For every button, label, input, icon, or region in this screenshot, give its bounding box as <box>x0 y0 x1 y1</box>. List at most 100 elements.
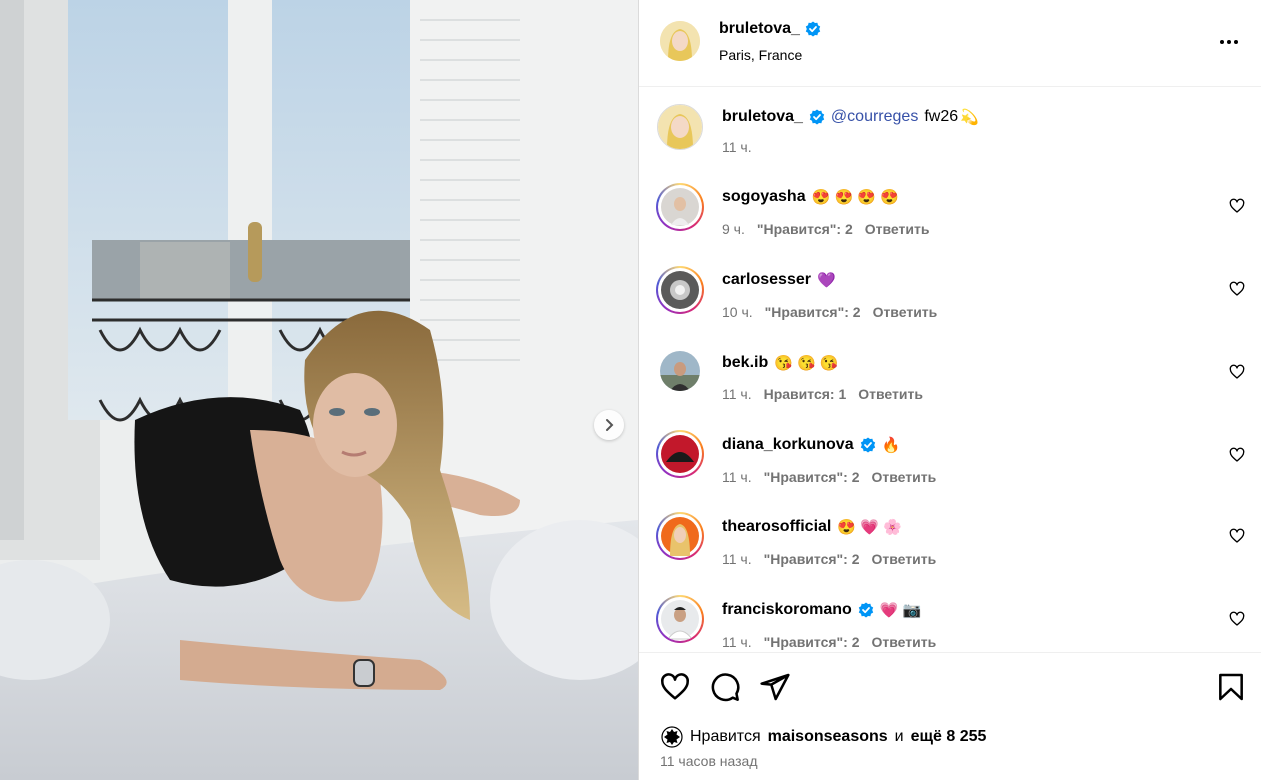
story-ring[interactable] <box>656 430 704 478</box>
commenter-avatar <box>661 600 699 640</box>
comment-username[interactable]: franciskoromano <box>722 601 852 619</box>
comment-time[interactable]: 9 ч. <box>722 221 745 237</box>
comment-meta: 10 ч. "Нравится": 2 Ответить <box>722 304 937 320</box>
author-username[interactable]: bruletova_ <box>719 20 800 38</box>
like-comment-icon[interactable] <box>1229 447 1245 463</box>
comment: franciskoromano 💗 📷 11 ч. "Нравится": 2 … <box>639 583 1261 652</box>
comment-likes[interactable]: "Нравится": 2 <box>764 551 860 567</box>
reply-button[interactable]: Ответить <box>865 221 930 237</box>
next-photo-button[interactable] <box>594 410 624 440</box>
commenter-avatar <box>661 271 699 309</box>
comments-list[interactable]: bruletova_ @courreges fw26 💫 11 ч. sogoy… <box>639 86 1261 652</box>
comment-text: 😍 😍 😍 😍 <box>811 189 899 206</box>
comment-meta: 11 ч. "Нравится": 2 Ответить <box>722 469 936 485</box>
likes-joiner: и <box>894 728 904 745</box>
likes-count[interactable]: ещё 8 255 <box>911 728 987 746</box>
liker-avatar-icon[interactable] <box>661 726 683 748</box>
like-comment-icon[interactable] <box>1229 364 1245 380</box>
comment-text-row: diana_korkunova 🔥 <box>722 436 900 454</box>
post-actions: Нравится maisonseasons и ещё 8 255 11 ча… <box>639 652 1261 781</box>
comment-text: 💗 📷 <box>879 602 922 619</box>
story-ring[interactable] <box>656 183 704 231</box>
like-comment-icon[interactable] <box>1229 198 1245 214</box>
next-arrow-icon <box>606 419 614 431</box>
caption-emoji: 💫 <box>960 109 979 126</box>
comment-text-row: franciskoromano 💗 📷 <box>722 601 921 619</box>
reply-button[interactable]: Ответить <box>872 634 937 650</box>
comment-time[interactable]: 10 ч. <box>722 304 753 320</box>
commenter-avatar <box>661 435 699 473</box>
comment: sogoyasha 😍 😍 😍 😍 9 ч. "Нравится": 2 Отв… <box>639 170 1261 252</box>
comment-text: 💜 <box>816 272 836 289</box>
comment-likes[interactable]: "Нравится": 2 <box>764 469 860 485</box>
story-ring[interactable] <box>656 266 704 314</box>
post-location[interactable]: Paris, France <box>719 47 802 63</box>
commenter-avatar <box>661 517 699 556</box>
comment-username[interactable]: thearosofficial <box>722 518 831 536</box>
comment-icon[interactable] <box>709 671 741 703</box>
author-avatar-illustration <box>660 21 700 61</box>
comment: carlosesser 💜 10 ч. "Нравится": 2 Ответи… <box>639 253 1261 335</box>
comment-time[interactable]: 11 ч. <box>722 386 752 402</box>
comment: thearosofficial 😍 💗 🌸 11 ч. "Нравится": … <box>639 500 1261 582</box>
comment-meta: 11 ч. "Нравится": 2 Ответить <box>722 634 936 650</box>
like-comment-icon[interactable] <box>1229 611 1245 627</box>
comment-text-row: carlosesser 💜 <box>722 271 836 289</box>
liker-username[interactable]: maisonseasons <box>768 728 888 746</box>
like-comment-icon[interactable] <box>1229 528 1245 544</box>
more-options-icon[interactable] <box>1217 30 1241 54</box>
comment-meta: 11 ч. "Нравится": 2 Ответить <box>722 551 936 567</box>
photo-illustration <box>0 0 638 780</box>
story-ring[interactable] <box>656 512 704 560</box>
reply-button[interactable]: Ответить <box>872 469 937 485</box>
share-icon[interactable] <box>759 671 791 703</box>
comment-text-row: bek.ib 😘 😘 😘 <box>722 354 839 372</box>
verified-icon <box>860 437 875 453</box>
reply-button[interactable]: Ответить <box>858 386 923 402</box>
comment-text: 😘 😘 😘 <box>774 355 839 372</box>
comment-likes[interactable]: Нравится: 1 <box>764 386 847 402</box>
comment-likes[interactable]: "Нравится": 2 <box>757 221 853 237</box>
comment-username[interactable]: diana_korkunova <box>722 436 854 454</box>
caption-text-row: bruletova_ @courreges fw26 💫 <box>722 108 979 126</box>
comment-username[interactable]: sogoyasha <box>722 188 806 206</box>
comment-username[interactable]: carlosesser <box>722 271 811 289</box>
like-icon[interactable] <box>659 671 691 703</box>
reply-button[interactable]: Ответить <box>873 304 938 320</box>
author-avatar[interactable] <box>657 104 703 150</box>
caption-meta: 11 ч. <box>722 139 752 155</box>
post-photo <box>0 0 638 780</box>
verified-icon <box>858 602 874 618</box>
comment-time[interactable]: 11 ч. <box>722 551 752 567</box>
commenter-avatar-illustration <box>660 351 700 391</box>
save-icon[interactable] <box>1215 671 1247 703</box>
comment-text: 🔥 <box>881 437 901 454</box>
post-sidebar: bruletova_ Paris, France bruletova_ @cou… <box>638 0 1261 780</box>
comment-text-row: thearosofficial 😍 💗 🌸 <box>722 518 902 536</box>
caption-time[interactable]: 11 ч. <box>722 139 752 155</box>
like-comment-icon[interactable] <box>1229 281 1245 297</box>
caption-mention[interactable]: @courreges <box>831 108 918 126</box>
story-ring[interactable] <box>656 595 704 643</box>
comment-username[interactable]: bek.ib <box>722 354 768 372</box>
comment: bek.ib 😘 😘 😘 11 ч. Нравится: 1 Ответить <box>639 336 1261 418</box>
post-timestamp[interactable]: 11 часов назад <box>660 753 758 769</box>
comment-time[interactable]: 11 ч. <box>722 469 752 485</box>
comment-text-row: sogoyasha 😍 😍 😍 😍 <box>722 188 899 206</box>
commenter-avatar <box>661 188 699 226</box>
post-header: bruletova_ Paris, France <box>639 0 1261 87</box>
comment-time[interactable]: 11 ч. <box>722 634 752 650</box>
reply-button[interactable]: Ответить <box>872 551 937 567</box>
comment-text: 😍 💗 🌸 <box>837 519 902 536</box>
author-avatar[interactable] <box>660 21 700 61</box>
comment-likes[interactable]: "Нравится": 2 <box>765 304 861 320</box>
verified-icon <box>805 21 821 37</box>
comment: diana_korkunova 🔥 11 ч. "Нравится": 2 От… <box>639 418 1261 500</box>
likes-summary: Нравится maisonseasons и ещё 8 255 <box>661 726 986 748</box>
commenter-avatar[interactable] <box>660 351 700 391</box>
caption-username[interactable]: bruletova_ <box>722 108 803 126</box>
caption-text: fw26 <box>924 108 959 125</box>
caption: bruletova_ @courreges fw26 💫 11 ч. <box>639 86 1261 166</box>
comment-meta: 11 ч. Нравится: 1 Ответить <box>722 386 923 402</box>
comment-likes[interactable]: "Нравится": 2 <box>764 634 860 650</box>
